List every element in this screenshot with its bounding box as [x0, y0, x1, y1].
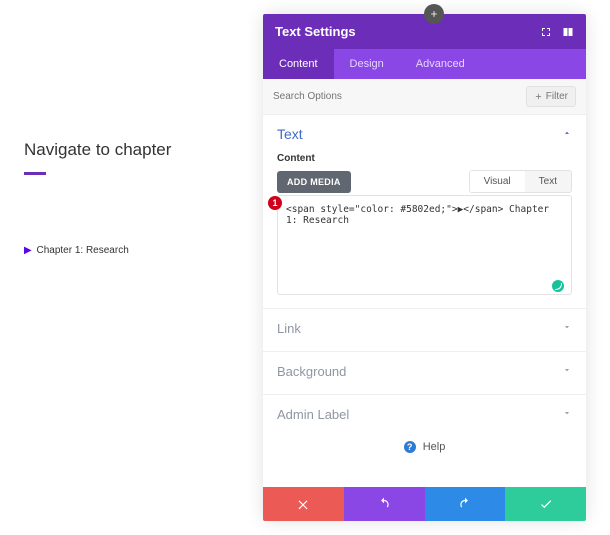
section-text-header[interactable]: Text [277, 115, 572, 149]
add-media-button[interactable]: ADD MEDIA [277, 171, 351, 193]
filter-button[interactable]: Filter [526, 86, 576, 107]
section-link-header[interactable]: Link [277, 309, 572, 343]
chevron-down-icon [562, 362, 572, 380]
section-text-title: Text [277, 126, 303, 142]
section-background-header[interactable]: Background [277, 352, 572, 386]
panel-header-actions [540, 26, 574, 38]
redo-button[interactable] [425, 487, 506, 521]
chevron-up-icon [562, 125, 572, 143]
section-link-title: Link [277, 321, 301, 336]
search-row: Filter [263, 79, 586, 115]
chevron-down-icon [562, 405, 572, 423]
undo-button[interactable] [344, 487, 425, 521]
preview-chapter-label: Chapter 1: Research [36, 245, 128, 256]
annotation-badge-1: 1 [268, 196, 282, 210]
editor-tab-visual[interactable]: Visual [470, 171, 525, 192]
expand-icon[interactable] [540, 26, 552, 38]
panel-title: Text Settings [275, 24, 540, 39]
grammarly-icon[interactable] [552, 280, 564, 292]
section-background-title: Background [277, 364, 346, 379]
help-label: Help [423, 441, 446, 453]
panel-footer [263, 487, 586, 521]
section-admin-label-title: Admin Label [277, 407, 349, 422]
help-icon: ? [404, 441, 416, 453]
page-preview: Navigate to chapter ▶ Chapter 1: Researc… [24, 140, 224, 256]
editor-tab-text[interactable]: Text [525, 171, 571, 192]
content-field-label: Content [277, 153, 572, 164]
heading-underline [24, 172, 46, 175]
tab-design[interactable]: Design [334, 49, 400, 79]
editor-toolbar: ADD MEDIA Visual Text [277, 170, 572, 193]
pane-layout-icon[interactable] [562, 26, 574, 38]
search-input[interactable] [273, 91, 526, 102]
preview-heading: Navigate to chapter [24, 140, 224, 160]
settings-tabs: Content Design Advanced [263, 49, 586, 79]
editor-mode-tabs: Visual Text [469, 170, 572, 193]
section-admin-label-header[interactable]: Admin Label [277, 395, 572, 429]
save-button[interactable] [505, 487, 586, 521]
add-module-handle[interactable] [424, 4, 444, 24]
text-settings-panel: Text Settings Content Design Advanced Fi… [263, 14, 586, 521]
chevron-down-icon [562, 319, 572, 337]
tab-advanced[interactable]: Advanced [400, 49, 481, 79]
filter-label: Filter [546, 91, 568, 102]
triangle-right-icon: ▶ [24, 245, 32, 256]
cancel-button[interactable] [263, 487, 344, 521]
tab-content[interactable]: Content [263, 49, 334, 79]
help-row[interactable]: ? Help [277, 429, 572, 457]
preview-chapter-line: ▶ Chapter 1: Research [24, 245, 224, 256]
editor-wrap: 1 [277, 195, 572, 300]
panel-body[interactable]: Text Content ADD MEDIA Visual Text 1 Lin… [263, 115, 586, 487]
content-editor-textarea[interactable] [277, 195, 572, 295]
